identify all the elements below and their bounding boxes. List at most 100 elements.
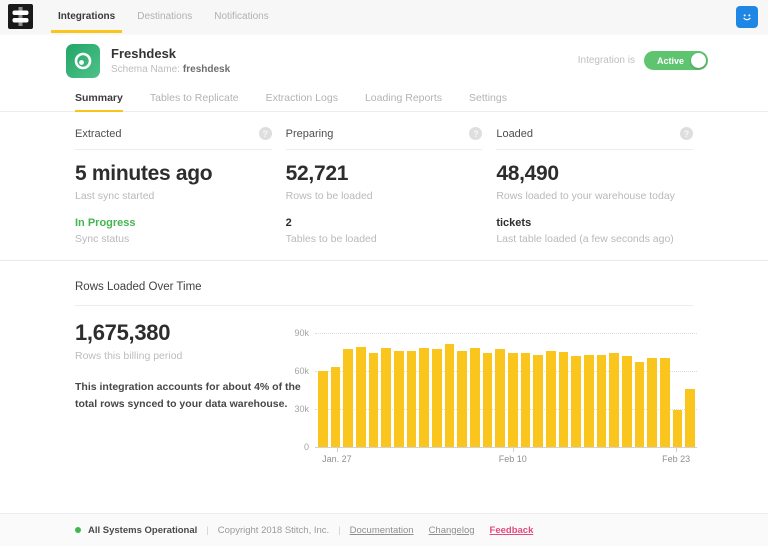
chart-bar — [508, 353, 518, 447]
integration-title-block: Freshdesk Schema Name:freshdesk — [111, 46, 230, 75]
system-status-label: All Systems Operational — [88, 525, 197, 536]
smiley-icon — [739, 9, 755, 25]
footer-link-feedback[interactable]: Feedback — [490, 525, 534, 536]
rows-to-load-value: 52,721 — [286, 162, 483, 186]
rows-loaded-card: Rows Loaded Over Time 1,675,380 Rows thi… — [0, 261, 768, 513]
chart-bar — [381, 348, 391, 447]
stat-title: Loaded — [496, 128, 533, 140]
chat-button[interactable] — [736, 6, 758, 28]
chart-bar — [546, 351, 556, 447]
chart-bar — [685, 389, 695, 447]
copyright-text: Copyright 2018 Stitch, Inc. — [218, 525, 329, 536]
stat-loaded: Loaded ? 48,490 Rows loaded to your ware… — [496, 127, 693, 260]
stitch-dashboard: Integrations Destinations Notifications — [0, 0, 768, 546]
integration-tabs: Summary Tables to Replicate Extraction L… — [0, 88, 768, 112]
chart-bar — [584, 355, 594, 447]
billing-summary: 1,675,380 Rows this billing period This … — [75, 306, 313, 414]
chart-bar — [673, 410, 683, 447]
active-toggle[interactable]: Active — [644, 51, 708, 70]
chart-bar — [407, 351, 417, 447]
y-axis-tick-label: 90k — [283, 328, 309, 338]
schema-name-label: Schema Name: — [111, 64, 180, 75]
status-dot-icon — [75, 527, 81, 533]
chart-bar — [457, 351, 467, 447]
nav-tab-label: Notifications — [214, 11, 268, 22]
chart-bar — [331, 367, 341, 447]
integration-header: Freshdesk Schema Name:freshdesk Integrat… — [0, 33, 768, 88]
stat-title: Preparing — [286, 128, 334, 140]
sync-status-caption: Sync status — [75, 233, 272, 245]
tab-label: Tables to Replicate — [150, 92, 239, 104]
help-icon[interactable]: ? — [680, 127, 693, 140]
footer-separator: | — [206, 525, 208, 536]
y-axis-tick-label: 0 — [283, 442, 309, 452]
billing-total-value: 1,675,380 — [75, 320, 313, 346]
chart-bar — [533, 355, 543, 447]
chart-bar — [597, 355, 607, 447]
last-table-caption: Last table loaded (a few seconds ago) — [496, 233, 693, 245]
stat-header: Loaded ? — [496, 127, 693, 150]
x-axis-tick — [513, 447, 514, 452]
tab-tables-to-replicate[interactable]: Tables to Replicate — [150, 88, 239, 112]
rows-loaded-caption: Rows loaded to your warehouse today — [496, 190, 693, 202]
chart-bar — [609, 353, 619, 447]
stat-extracted: Extracted ? 5 minutes ago Last sync star… — [75, 127, 272, 260]
chart-bar — [369, 353, 379, 447]
help-icon[interactable]: ? — [259, 127, 272, 140]
tab-loading-reports[interactable]: Loading Reports — [365, 88, 442, 112]
chart-gridline — [315, 447, 697, 448]
top-nav: Integrations Destinations Notifications — [0, 0, 768, 33]
tab-settings[interactable]: Settings — [469, 88, 507, 112]
tables-to-load-caption: Tables to be loaded — [286, 233, 483, 245]
integration-name: Freshdesk — [111, 46, 230, 61]
schema-name-row: Schema Name:freshdesk — [111, 64, 230, 75]
tab-extraction-logs[interactable]: Extraction Logs — [266, 88, 338, 112]
footer-link-documentation[interactable]: Documentation — [350, 525, 414, 536]
rows-loaded-value: 48,490 — [496, 162, 693, 186]
chart-bar — [318, 371, 328, 447]
integration-status-area: Integration is Active — [578, 51, 708, 70]
nav-tab-destinations[interactable]: Destinations — [126, 0, 203, 33]
x-axis-tick — [337, 447, 338, 452]
chart-bar — [660, 358, 670, 447]
chart-bar — [470, 348, 480, 447]
chart-bar — [483, 353, 493, 447]
chart-body: 1,675,380 Rows this billing period This … — [0, 306, 768, 506]
chart-bar — [495, 349, 505, 447]
chart-bar — [635, 362, 645, 447]
tab-label: Summary — [75, 92, 123, 104]
stitch-logo-icon[interactable] — [8, 4, 33, 29]
x-axis-tick-label: Jan. 27 — [322, 454, 352, 464]
last-sync-value: 5 minutes ago — [75, 162, 272, 186]
tab-label: Extraction Logs — [266, 92, 338, 104]
x-axis-tick-label: Feb 10 — [499, 454, 527, 464]
chart-bar — [343, 349, 353, 447]
stat-header: Preparing ? — [286, 127, 483, 150]
footer-link-changelog[interactable]: Changelog — [429, 525, 475, 536]
tab-summary[interactable]: Summary — [75, 88, 123, 112]
chart-bar — [571, 356, 581, 447]
nav-tabs: Integrations Destinations Notifications — [47, 0, 280, 33]
nav-tab-integrations[interactable]: Integrations — [47, 0, 126, 33]
nav-tab-label: Integrations — [58, 11, 115, 22]
chart-bar — [521, 353, 531, 447]
nav-tab-notifications[interactable]: Notifications — [203, 0, 279, 33]
chart-bar — [647, 358, 657, 447]
sync-stats-section: Extracted ? 5 minutes ago Last sync star… — [0, 112, 768, 261]
chart-bars — [318, 321, 695, 447]
tab-label: Loading Reports — [365, 92, 442, 104]
toggle-knob — [691, 53, 706, 68]
chart-bar — [419, 348, 429, 447]
help-icon[interactable]: ? — [469, 127, 482, 140]
chart-title: Rows Loaded Over Time — [75, 281, 693, 306]
billing-total-caption: Rows this billing period — [75, 350, 313, 362]
chart-bar — [559, 352, 569, 447]
stat-header: Extracted ? — [75, 127, 272, 150]
tab-label: Settings — [469, 92, 507, 104]
y-axis-tick-label: 60k — [283, 366, 309, 376]
tables-to-load-value: 2 — [286, 217, 483, 229]
stat-preparing: Preparing ? 52,721 Rows to be loaded 2 T… — [286, 127, 483, 260]
rows-to-load-caption: Rows to be loaded — [286, 190, 483, 202]
footer-separator: | — [338, 525, 340, 536]
nav-tab-label: Destinations — [137, 11, 192, 22]
